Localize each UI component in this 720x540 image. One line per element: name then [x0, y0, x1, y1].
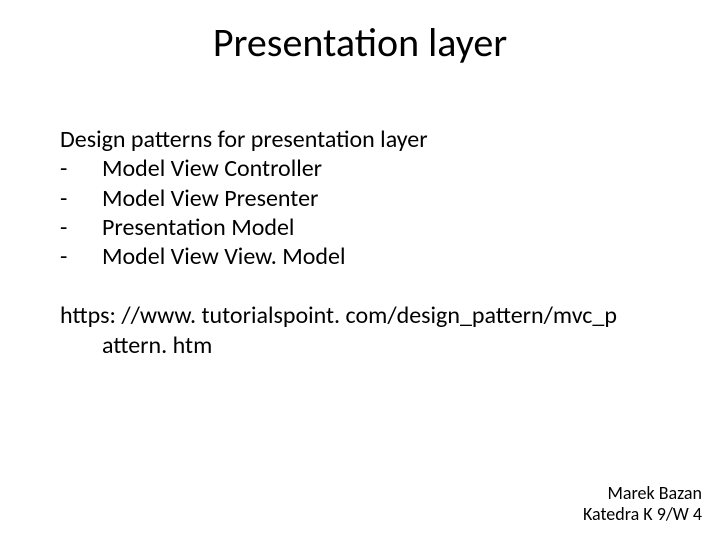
url-block: https: //www. tutorialspoint. com/design…: [0, 271, 720, 360]
patterns-list: Model View Controller Model View Present…: [60, 154, 680, 271]
list-item: Model View View. Model: [60, 242, 680, 271]
list-item: Presentation Model: [60, 213, 680, 242]
footer-author: Marek Bazan: [583, 483, 702, 505]
footer: Marek Bazan Katedra K 9/W 4: [583, 483, 702, 526]
list-item: Model View Controller: [60, 154, 680, 183]
intro-text: Design patterns for presentation layer: [60, 125, 680, 154]
list-item: Model View Presenter: [60, 184, 680, 213]
url-line-2: attern. htm: [60, 331, 680, 360]
content-block: Design patterns for presentation layer M…: [0, 67, 720, 271]
footer-dept: Katedra K 9/W 4: [583, 504, 702, 526]
url-line-1: https: //www. tutorialspoint. com/design…: [60, 301, 680, 330]
slide-title: Presentation layer: [0, 0, 720, 67]
